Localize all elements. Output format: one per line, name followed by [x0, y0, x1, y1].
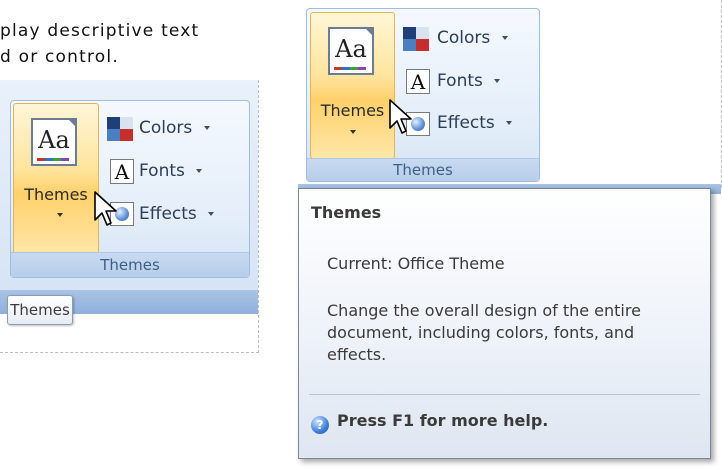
screentip-current-theme: Current: Office Theme	[327, 254, 505, 273]
themes-aa-icon: Aa	[328, 27, 374, 75]
themes-group: Aa Themes Colors A Fonts Effects Themes	[10, 100, 250, 278]
effects-button[interactable]: Effects	[437, 113, 513, 133]
fonts-icon: A	[110, 159, 134, 184]
effects-label: Effects	[437, 113, 495, 133]
dropdown-arrow-icon	[501, 36, 508, 40]
themes-button[interactable]: Aa Themes	[310, 12, 395, 159]
help-text: Press F1 for more help.	[337, 411, 549, 430]
themes-aa-icon: Aa	[31, 118, 77, 166]
colors-button[interactable]: Colors	[437, 28, 508, 48]
mini-tooltip-text: Themes	[10, 301, 70, 319]
fonts-label: Fonts	[139, 161, 185, 181]
effects-label: Effects	[139, 204, 197, 224]
document-text-line-1: play descriptive text	[0, 21, 200, 41]
cursor-icon	[389, 99, 412, 134]
dropdown-arrow-icon	[203, 126, 210, 130]
themes-button-label: Themes	[24, 185, 88, 204]
colors-label: Colors	[437, 28, 491, 48]
dropdown-arrow-icon	[350, 130, 356, 134]
themes-group: Aa Themes Colors A Fonts Effects Themes	[306, 8, 540, 182]
themes-screentip-mini: Themes	[7, 295, 73, 325]
document-text-line-2: d or control.	[0, 47, 119, 67]
cursor-icon	[94, 191, 117, 226]
fonts-label: Fonts	[437, 71, 483, 91]
aa-glyph: Aa	[38, 126, 70, 154]
colors-icon	[403, 27, 429, 51]
aa-glyph: Aa	[335, 35, 367, 63]
dropdown-arrow-icon	[196, 169, 203, 173]
screentip-separator	[309, 394, 700, 395]
themes-button[interactable]: Aa Themes	[13, 103, 99, 255]
colors-button[interactable]: Colors	[139, 118, 210, 138]
fonts-icon-glyph: A	[410, 70, 426, 94]
effects-button[interactable]: Effects	[139, 204, 215, 224]
fonts-button[interactable]: Fonts	[139, 161, 203, 181]
dropdown-arrow-icon	[208, 212, 215, 216]
dropdown-arrow-icon	[57, 213, 63, 217]
fonts-button[interactable]: Fonts	[437, 71, 501, 91]
themes-screentip: Themes Current: Office Theme Change the …	[298, 188, 711, 459]
screentip-help: ? Press F1 for more help.	[311, 411, 548, 434]
fonts-icon: A	[406, 69, 430, 94]
colors-icon	[107, 117, 133, 141]
fonts-icon-glyph: A	[114, 160, 130, 184]
screentip-title: Themes	[311, 203, 382, 222]
screentip-description: Change the overall design of the entire …	[327, 301, 641, 364]
colors-label: Colors	[139, 118, 193, 138]
group-label: Themes	[11, 252, 249, 277]
group-label: Themes	[307, 158, 539, 181]
themes-button-label: Themes	[320, 101, 385, 120]
dropdown-arrow-icon	[506, 121, 513, 125]
dropdown-arrow-icon	[494, 79, 501, 83]
help-icon: ?	[311, 416, 329, 434]
